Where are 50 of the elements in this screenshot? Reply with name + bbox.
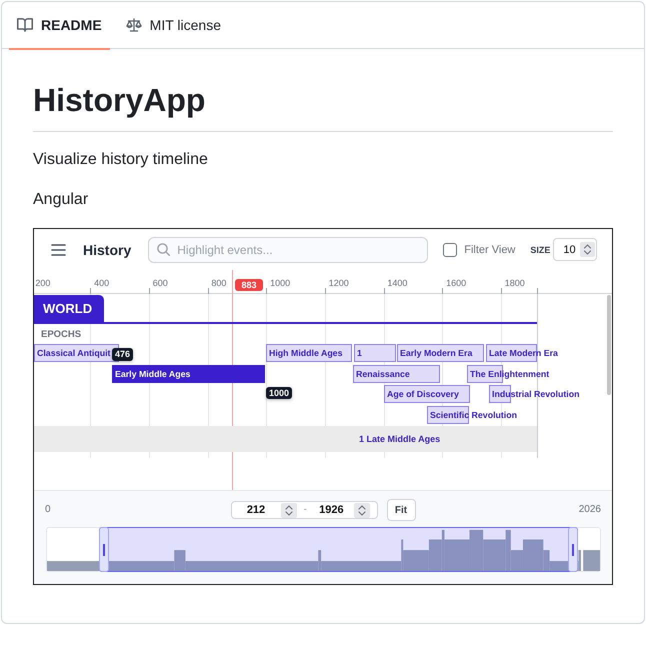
timeline-event[interactable]: Renaissance (353, 365, 440, 383)
size-label: SIZE (530, 244, 550, 254)
book-icon (17, 17, 33, 33)
ruler-label: 200 (35, 277, 50, 289)
timeline-event[interactable]: Age of Discovery (384, 385, 470, 403)
ruler-label: 600 (152, 277, 168, 289)
start-year-input[interactable]: 212 (232, 503, 280, 517)
histogram-bar (583, 550, 600, 571)
ruler-label: 1800 (504, 277, 525, 289)
size-input[interactable]: 10 (553, 238, 598, 261)
search-icon (157, 243, 170, 256)
fit-button[interactable]: Fit (386, 499, 416, 521)
ruler-label: 1000 (270, 277, 290, 289)
stepper-icon[interactable] (580, 242, 596, 257)
scale-icon (126, 17, 142, 33)
timeline-event[interactable]: Early Middle Ages (112, 365, 265, 383)
scrollbar-thumb[interactable] (607, 295, 611, 395)
ruler-label: 800 (211, 277, 226, 289)
app-title: History (83, 242, 132, 258)
tab[interactable]: README (9, 2, 110, 50)
tab[interactable]: MIT license (118, 2, 229, 50)
timeline-event[interactable]: 1 (354, 344, 396, 362)
stepper-icon[interactable] (354, 502, 370, 518)
range-separator: - (304, 504, 307, 516)
start-handle[interactable] (99, 527, 109, 572)
timeline-event[interactable]: High Middle Ages (266, 344, 352, 362)
end-handle[interactable] (568, 527, 578, 572)
cursor-year-tag: 883 (235, 279, 263, 291)
filter-checkbox[interactable] (443, 242, 458, 256)
stepper-icon[interactable] (280, 502, 296, 518)
readme-paragraph: Angular (33, 190, 90, 210)
ruler-label: 1400 (387, 277, 408, 289)
group-tab[interactable]: WORLD (34, 295, 104, 322)
ruler-label: 1200 (328, 277, 349, 289)
timeline-event[interactable]: Late Modern Era (486, 344, 561, 362)
readme-paragraph: Visualize history timeline (33, 150, 209, 170)
range-min-label: 0 (45, 504, 51, 516)
event-end-year: 1000 (266, 387, 292, 399)
section-label: EPOCHS (41, 329, 82, 341)
ruler-label: 400 (94, 277, 110, 289)
range-max-label: 2026 (578, 504, 601, 516)
search-field[interactable]: Highlight events... (148, 236, 428, 262)
end-year-input[interactable]: 1926 (308, 503, 354, 517)
readme-heading: HistoryApp (33, 81, 206, 120)
menu-icon[interactable] (51, 244, 66, 256)
timeline-event[interactable]: Early Modern Era (397, 344, 484, 362)
checkbox-label: Filter View (464, 244, 516, 256)
ruler-label: 1600 (446, 277, 466, 289)
collapsed-event-row[interactable]: 1 Late Middle Ages (34, 426, 537, 452)
event-start-year: 476 (112, 348, 134, 361)
